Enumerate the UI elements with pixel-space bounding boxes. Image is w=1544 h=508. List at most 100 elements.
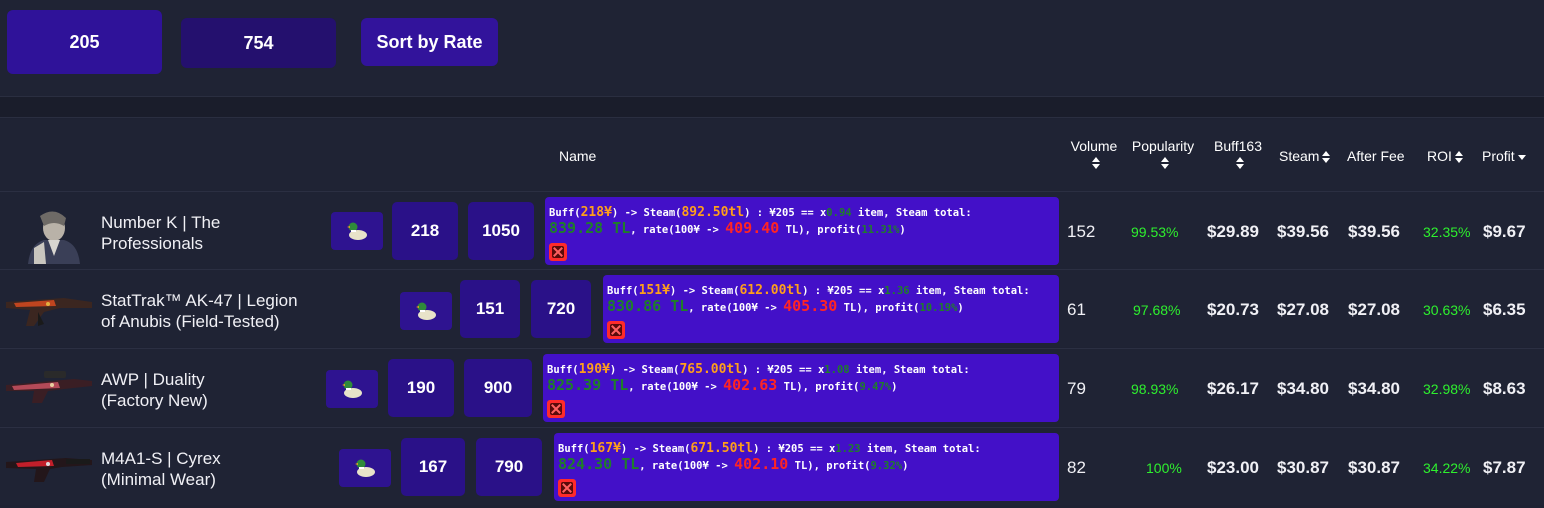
info-buff: 218¥ [580,205,612,220]
table-header: Name Volume Popularity Buff163 Steam Aft… [0,119,1544,191]
profit-cell: $8.63 [1483,379,1526,398]
value-one-button[interactable]: 205 [7,10,162,74]
steam-cell: $27.08 [1277,300,1329,319]
table-row[interactable]: AWP | Duality (Factory New) 190 900 Buff… [0,348,1544,426]
item-image [6,371,92,403]
header-profit[interactable]: Profit [1482,148,1526,164]
item-image [28,211,80,264]
header-roi[interactable]: ROI [1427,148,1463,164]
toolbar: 205 754 Sort by Rate [0,0,1544,96]
duck-button[interactable] [339,449,391,487]
header-buff163-label: Buff163 [1213,138,1262,154]
steam-value-box[interactable]: 1050 [468,202,534,260]
steam-cell: $39.56 [1277,222,1329,241]
sort-icon[interactable] [1091,157,1100,170]
info-total: 824.30 TL [558,455,640,473]
info-rate100: 409.40 [725,219,780,237]
steam-value-box[interactable]: 900 [464,359,532,417]
item-name-line1: Number K | The [101,213,221,232]
sort-by-rate-button[interactable]: Sort by Rate [361,18,498,66]
sort-icon[interactable] [1235,157,1244,170]
header-volume[interactable]: Volume [1067,138,1121,170]
sort-icon[interactable] [1160,157,1169,170]
volume-cell: 79 [1067,379,1086,398]
item-name: StatTrak™ AK-47 | Legion of Anubis (Fiel… [101,290,298,332]
header-popularity-label: Popularity [1131,138,1195,154]
item-image [6,458,92,482]
buff163-cell: $29.89 [1207,222,1259,241]
steam-value-box[interactable]: 720 [531,280,591,338]
info-rate: ¥205 [827,285,853,297]
info-buff: 151¥ [638,283,670,298]
remove-button[interactable] [607,321,625,339]
steam-value-box[interactable]: 790 [476,438,542,496]
info-rate: ¥205 [778,443,804,455]
table-row[interactable]: M4A1-S | Cyrex (Minimal Wear) 167 790 Bu… [0,427,1544,505]
remove-button[interactable] [549,243,567,261]
info-profit: 9.32% [870,460,903,472]
duck-icon [355,459,375,477]
info-profit: 11.31% [861,224,900,236]
table-row[interactable]: StatTrak™ AK-47 | Legion of Anubis (Fiel… [0,269,1544,347]
item-name-line2: of Anubis (Field-Tested) [101,312,280,331]
header-buff163[interactable]: Buff163 [1209,138,1267,170]
sort-desc-icon[interactable] [1517,154,1526,160]
volume-cell: 82 [1067,458,1086,477]
item-name-line1: AWP | Duality [101,370,205,389]
duck-button[interactable] [326,370,378,408]
header-popularity[interactable]: Popularity [1126,138,1200,170]
buff-value-box[interactable]: 218 [392,202,458,260]
value-two-button[interactable]: 754 [181,18,336,68]
close-icon [561,482,573,494]
info-steam: 892.50tl [681,205,745,220]
header-name: Name [559,148,597,164]
sort-icon[interactable] [1322,151,1331,164]
info-steam: 765.00tl [679,362,743,377]
info-rate100: 402.10 [734,455,789,473]
info-steam: 612.00tl [739,283,803,298]
item-image [6,298,92,326]
close-icon [550,403,562,415]
after-fee-cell: $30.87 [1348,458,1400,477]
close-icon [552,246,564,258]
info-mult: 0.94 [826,207,852,219]
buff163-cell: $23.00 [1207,458,1259,477]
after-fee-cell: $27.08 [1348,300,1400,319]
table-row[interactable]: Number K | The Professionals 218 1050 Bu… [0,191,1544,269]
header-steam[interactable]: Steam [1279,148,1331,164]
profit-cell: $9.67 [1483,222,1526,241]
item-name-line2: (Factory New) [101,391,208,410]
remove-button[interactable] [558,479,576,497]
info-mult: 1.36 [884,285,910,297]
profit-cell: $7.87 [1483,458,1526,477]
header-after-fee: After Fee [1347,148,1405,164]
header-volume-label: Volume [1070,138,1118,154]
info-total: 825.39 TL [547,376,629,394]
info-rate: ¥205 [769,207,795,219]
duck-button[interactable] [331,212,383,250]
popularity-cell: 99.53% [1131,224,1179,240]
info-rate: ¥205 [767,364,793,376]
sort-icon[interactable] [1454,151,1463,164]
roi-cell: 30.63% [1423,302,1471,318]
calc-info-box: Buff(151¥) -> Steam(612.00tl) : ¥205 == … [603,275,1059,343]
info-profit: 9.47% [859,381,892,393]
header-steam-label: Steam [1279,148,1320,164]
info-total: 839.28 TL [549,219,631,237]
buff-value-box[interactable]: 151 [460,280,520,338]
buff-value-box[interactable]: 167 [401,438,465,496]
duck-icon [342,380,362,398]
duck-button[interactable] [400,292,452,330]
volume-cell: 61 [1067,300,1086,319]
remove-button[interactable] [547,400,565,418]
duck-icon [416,302,436,320]
after-fee-cell: $34.80 [1348,379,1400,398]
item-name: M4A1-S | Cyrex (Minimal Wear) [101,448,221,490]
header-roi-label: ROI [1427,148,1452,164]
item-name: AWP | Duality (Factory New) [101,369,208,411]
info-profit: 10.19% [919,302,958,314]
info-mult: 1.08 [824,364,850,376]
item-name-line1: M4A1-S | Cyrex [101,449,221,468]
buff-value-box[interactable]: 190 [388,359,454,417]
steam-cell: $30.87 [1277,458,1329,477]
